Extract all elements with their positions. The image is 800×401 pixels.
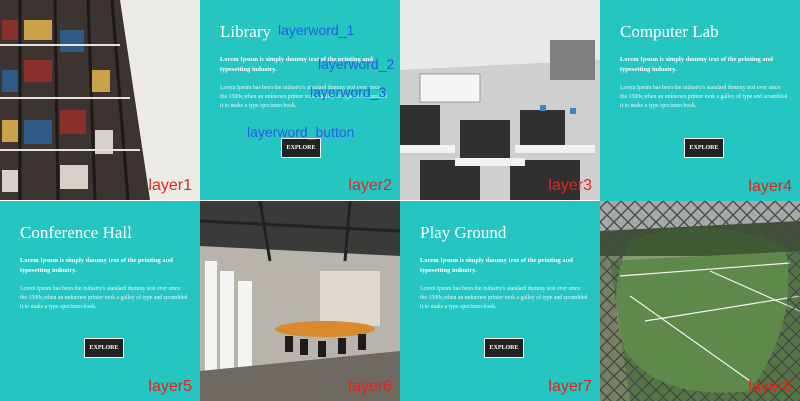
layer-label: layer6 [348,378,392,395]
explore-button[interactable]: EXPLORE [84,338,124,358]
card-title: Conference Hall [20,223,132,242]
layer-label: layer7 [548,378,592,395]
explore-button[interactable]: EXPLORE [281,138,321,158]
computer-lab-photo-tile: layer3 [400,0,600,200]
explore-button[interactable]: EXPLORE [684,138,724,158]
computer-lab-card: Computer Lab Lorem Ipsum is simply dummy… [600,0,800,201]
layer-label: layer1 [148,177,192,194]
play-ground-card: Play Ground Lorem Ipsum is simply dummy … [400,201,600,401]
annotation-layerword-2: layerword_2 [318,56,395,72]
layer-label: layer4 [748,178,792,195]
explore-button[interactable]: EXPLORE [484,338,524,358]
tennis-court-image [600,201,800,401]
card-title: Play Ground [420,223,507,242]
card-lead-text: Lorem Ipsum is simply dummy text of the … [420,257,573,274]
annotation-layerword-1: layerword_1 [278,22,355,38]
conference-hall-card: Conference Hall Lorem Ipsum is simply du… [0,201,200,401]
computer-lab-image [400,0,600,200]
layer-label: layer8 [748,378,792,395]
card-body-text: Lorem Ipsum has been the industry's stan… [620,85,788,109]
image-grid: layer1 Library Lorem Ipsum is simply dum… [0,0,800,401]
card-lead-text: Lorem Ipsum is simply dummy text of the … [20,257,173,274]
card-title: Library [220,22,271,41]
conference-hall-image [200,201,400,401]
annotation-layerword-3: layerword_3 [310,84,387,100]
layer-label: layer3 [548,177,592,194]
card-title: Computer Lab [620,22,719,41]
library-bookshelves-image [0,0,200,200]
card-body-text: Lorem Ipsum has been the industry's stan… [20,286,188,310]
conference-hall-photo-tile: layer6 [200,201,400,401]
layer-label: layer2 [348,177,392,194]
annotation-layerword-button: layerword_button [247,124,355,140]
card-lead-text: Lorem Ipsum is simply dummy text of the … [620,56,773,73]
playground-photo-tile: layer8 [600,201,800,401]
layer-label: layer5 [148,378,192,395]
library-photo-tile: layer1 [0,0,200,200]
card-body-text: Lorem Ipsum has been the industry's stan… [420,286,588,310]
library-card: Library Lorem Ipsum is simply dummy text… [200,0,400,200]
